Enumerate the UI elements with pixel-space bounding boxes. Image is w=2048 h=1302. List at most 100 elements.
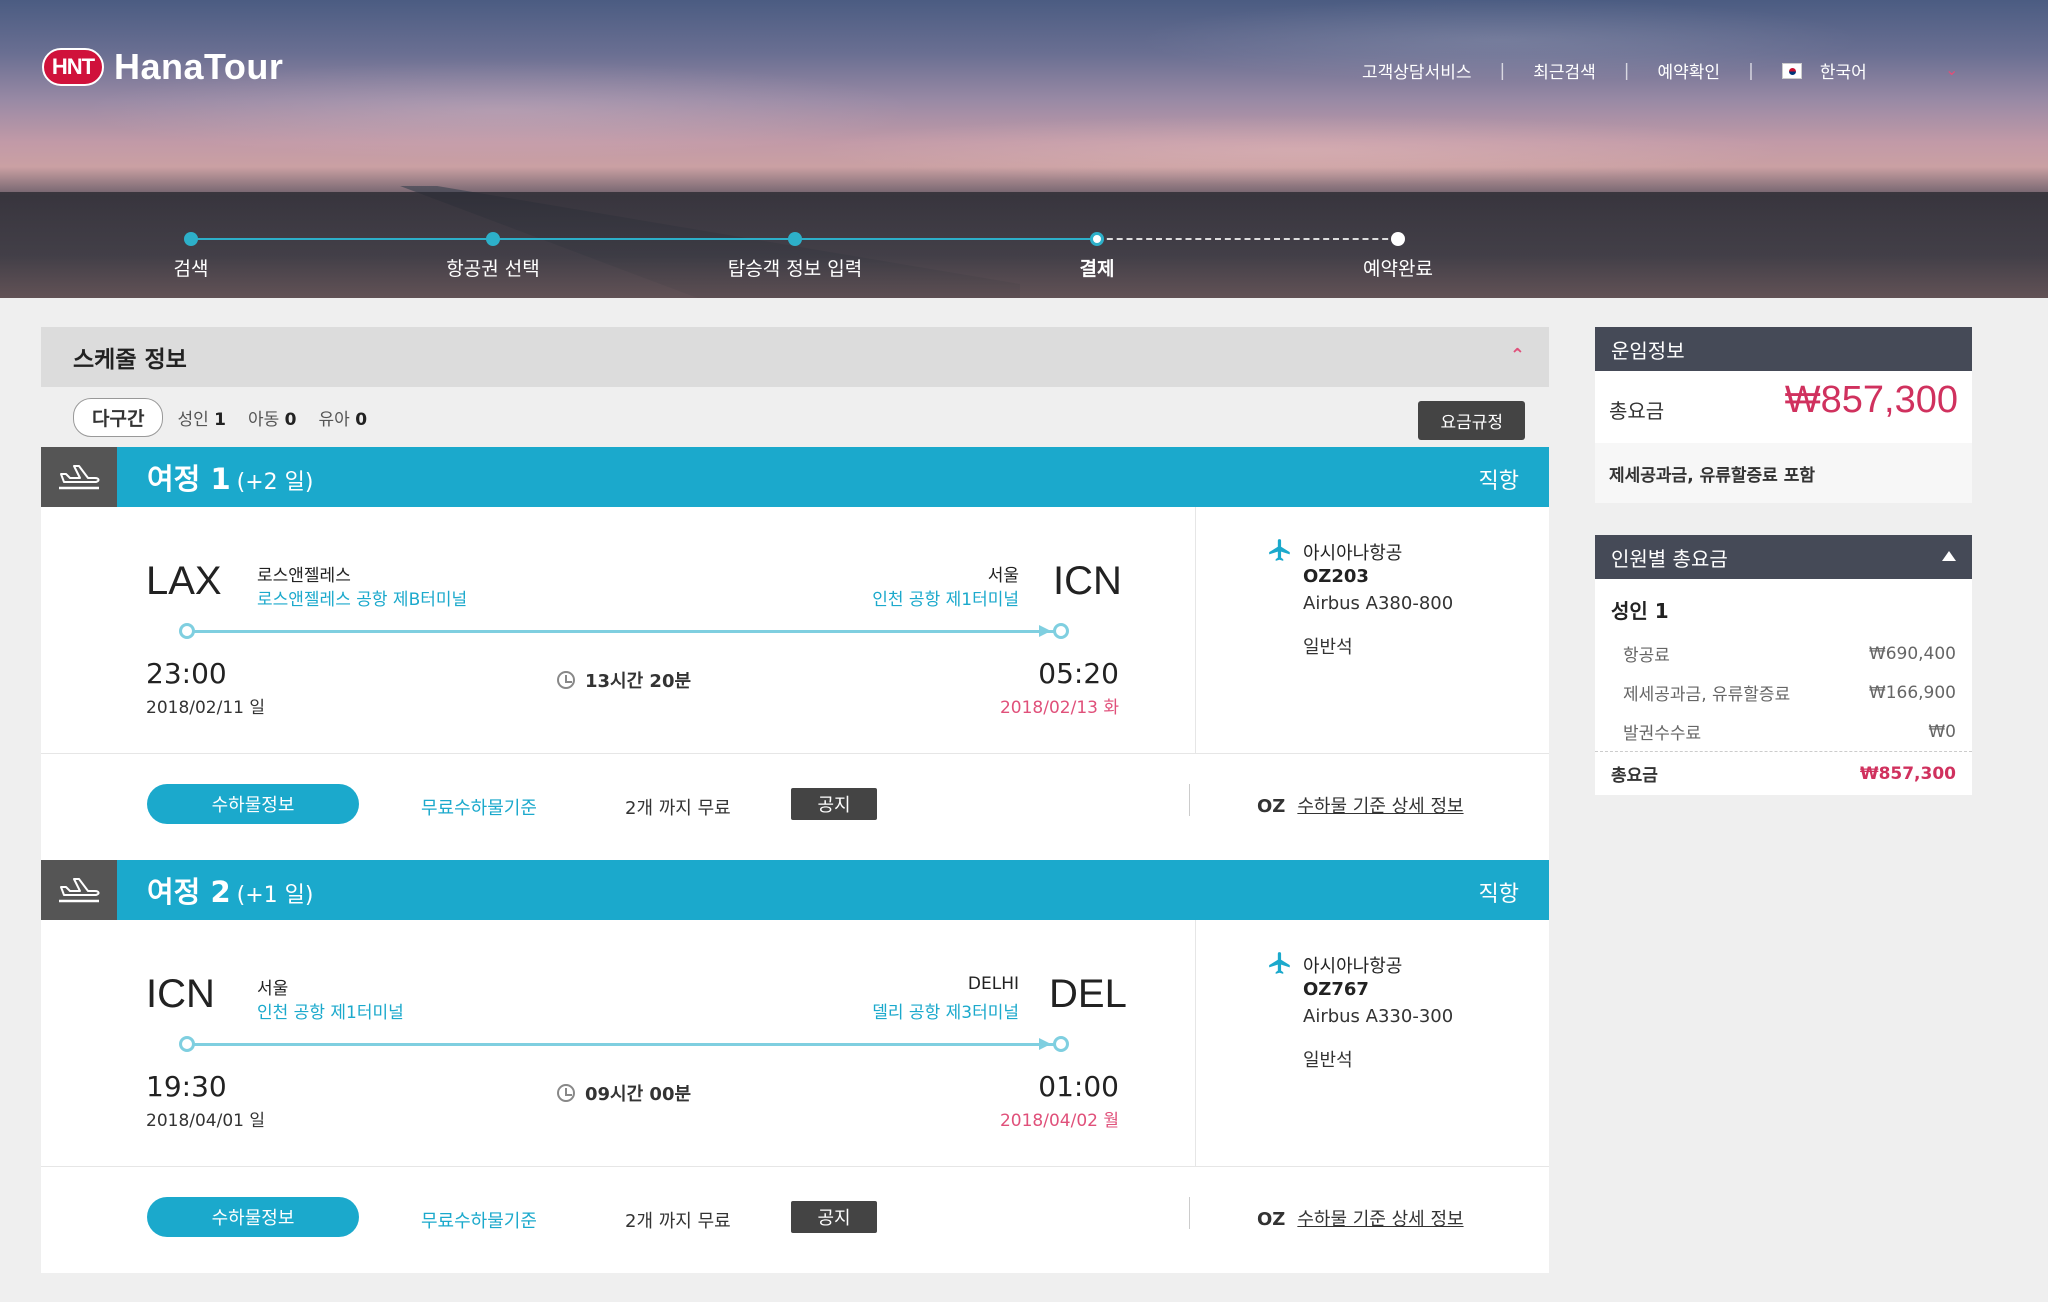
departure-date: 2018/02/11 일 xyxy=(146,698,266,718)
progress-stepper: 검색 항공권 선택 탑승객 정보 입력 결제 예약완료 xyxy=(0,226,2048,286)
step-dot xyxy=(184,232,198,246)
fare-rules-button[interactable]: 요금규정 xyxy=(1418,401,1525,440)
per-person-total: 총요금 ₩857,300 xyxy=(1595,751,1972,795)
baggage-detail-link[interactable]: OZ 수하물 기준 상세 정보 xyxy=(1257,792,1464,818)
divider xyxy=(1195,920,1196,1167)
baggage-row: 수하물정보 무료수하물기준 2개 까지 무료 공지 OZ 수하물 기준 상세 정보 xyxy=(41,754,1549,860)
departure-time: 19:30 xyxy=(146,1070,227,1103)
direct-flight-label: 직항 xyxy=(1478,469,1519,494)
leg-header: 여정 1 (+2 일) 직항 xyxy=(41,447,1549,507)
triangle-up-icon[interactable] xyxy=(1942,551,1956,561)
schedule-panel: 스케줄 정보 ⌃ 다구간 성인 1 아동 0 유아 0 요금규정 여정 1 (+2… xyxy=(41,327,1549,1273)
free-baggage-link[interactable]: 무료수하물기준 xyxy=(421,794,537,820)
schedule-header[interactable]: 스케줄 정보 ⌃ xyxy=(41,327,1549,387)
per-person-header[interactable]: 인원별 총요금 xyxy=(1595,535,1972,579)
fare-total-label: 총요금 xyxy=(1609,399,1665,423)
pax-adult: 성인 1 xyxy=(177,409,226,430)
arrival-time: 05:20 xyxy=(1038,657,1119,690)
departure-terminal[interactable]: 로스앤젤레스 공항 제B터미널 xyxy=(257,585,467,610)
header-hero: HNT HanaTour 고객상담서비스 | 최근검색 | 예약확인 | 한국어… xyxy=(0,0,2048,298)
arrival-city: DELHI xyxy=(967,974,1019,994)
leg-title: 여정 1 (+2 일) xyxy=(147,462,314,496)
per-person-fare-box: 인원별 총요금 성인 1 항공료 ₩690,400 제세공과금, 유류할증료 ₩16… xyxy=(1595,535,1972,795)
fare-line-ticketing-fee: 발권수수료 ₩0 xyxy=(1623,721,1956,745)
departure-code: ICN xyxy=(146,972,215,1016)
leg-title: 여정 2 (+1 일) xyxy=(147,875,314,909)
arrival-terminal[interactable]: 인천 공항 제1터미널 xyxy=(872,585,1019,610)
notice-badge[interactable]: 공지 xyxy=(791,1201,877,1233)
flight-number: OZ203 xyxy=(1303,566,1369,587)
aircraft-type: Airbus A330-300 xyxy=(1303,1006,1454,1027)
pax-group-label: 성인 1 xyxy=(1611,599,1669,623)
pax-child: 아동 0 xyxy=(247,409,297,430)
step-label: 예약완료 xyxy=(1363,258,1433,280)
arrival-code: DEL xyxy=(1049,972,1127,1016)
nav-separator: | xyxy=(1623,60,1630,81)
flight-number: OZ767 xyxy=(1303,979,1369,1000)
logo[interactable]: HNT HanaTour xyxy=(42,46,283,88)
fare-total: 총요금 ₩857,300 xyxy=(1595,371,1972,443)
fare-info-box: 운임정보 총요금 ₩857,300 제세공과금, 유류할증료 포함 xyxy=(1595,327,1972,503)
departure-time: 23:00 xyxy=(146,657,227,690)
notice-badge[interactable]: 공지 xyxy=(791,788,877,820)
nav-recent-search[interactable]: 최근검색 xyxy=(1533,58,1596,83)
departure-terminal[interactable]: 인천 공항 제1터미널 xyxy=(257,998,404,1023)
baggage-info-button[interactable]: 수하물정보 xyxy=(147,784,359,824)
arrival-date: 2018/02/13 화 xyxy=(999,698,1119,718)
flight-duration: 09시간 00분 xyxy=(557,1080,691,1106)
baggage-row: 수하물정보 무료수하물기준 2개 까지 무료 공지 OZ 수하물 기준 상세 정보 xyxy=(41,1167,1549,1273)
schedule-summary: 다구간 성인 1 아동 0 유아 0 요금규정 xyxy=(41,387,1549,447)
clock-icon xyxy=(557,1084,575,1102)
step-complete: 예약완료 xyxy=(1298,226,1498,281)
departure-code: LAX xyxy=(146,559,222,603)
divider xyxy=(1189,784,1190,816)
arrival-time: 01:00 xyxy=(1038,1070,1119,1103)
arrival-date: 2018/04/02 월 xyxy=(999,1111,1119,1131)
airplane-takeoff-icon xyxy=(41,860,117,920)
airline-name: 아시아나항공 xyxy=(1303,543,1403,564)
divider xyxy=(1195,507,1196,754)
step-dot-current xyxy=(1090,232,1104,246)
step-dot xyxy=(486,232,500,246)
logo-mark: HNT xyxy=(42,48,104,86)
per-person-body: 성인 1 항공료 ₩690,400 제세공과금, 유류할증료 ₩166,900 발권… xyxy=(1595,579,1972,795)
step-dot xyxy=(1391,232,1405,246)
top-nav: 고객상담서비스 | 최근검색 | 예약확인 | 한국어 xyxy=(1362,58,1867,84)
leg-header: 여정 2 (+1 일) 직항 xyxy=(41,860,1549,920)
fare-note: 제세공과금, 유류할증료 포함 xyxy=(1595,443,1972,503)
fare-info-header: 운임정보 xyxy=(1595,327,1972,371)
step-ticket-select: 항공권 선택 xyxy=(393,226,593,281)
step-label: 탑승객 정보 입력 xyxy=(727,258,863,280)
free-baggage-link[interactable]: 무료수하물기준 xyxy=(421,1207,537,1233)
schedule-title: 스케줄 정보 xyxy=(73,347,187,373)
baggage-info-button[interactable]: 수하물정보 xyxy=(147,1197,359,1237)
fare-line-airfare: 항공료 ₩690,400 xyxy=(1623,643,1956,667)
clock-icon xyxy=(557,671,575,689)
arrival-code: ICN xyxy=(1053,559,1122,603)
nav-reservation-check[interactable]: 예약확인 xyxy=(1658,58,1721,83)
leg-details: ICN 서울 인천 공항 제1터미널 DELHI 델리 공항 제3터미널 DEL… xyxy=(41,920,1549,1167)
departure-date: 2018/04/01 일 xyxy=(146,1111,266,1131)
cabin-class: 일반석 xyxy=(1303,1050,1353,1071)
nav-customer-service[interactable]: 고객상담서비스 xyxy=(1362,58,1471,83)
trip-type-badge: 다구간 xyxy=(73,397,164,437)
chevron-down-icon[interactable]: ⌄ xyxy=(1945,60,1958,79)
aircraft-type: Airbus A380-800 xyxy=(1303,593,1454,614)
flight-duration: 13시간 20분 xyxy=(557,667,691,693)
departure-city: 서울 xyxy=(257,979,289,999)
leg-details: LAX 로스앤젤레스 로스앤젤레스 공항 제B터미널 서울 인천 공항 제1터미… xyxy=(41,507,1549,754)
airplane-takeoff-icon xyxy=(41,447,117,507)
step-payment: 결제 xyxy=(997,226,1197,281)
airplane-icon xyxy=(1269,952,1290,974)
step-dot xyxy=(788,232,802,246)
cabin-class: 일반석 xyxy=(1303,637,1353,658)
step-label: 결제 xyxy=(1079,258,1115,280)
logo-text: HanaTour xyxy=(114,46,284,87)
sky-background xyxy=(0,0,2048,192)
step-passenger-info: 탑승객 정보 입력 xyxy=(695,226,895,281)
arrival-terminal[interactable]: 델리 공항 제3터미널 xyxy=(872,998,1019,1023)
chevron-up-icon[interactable]: ⌃ xyxy=(1510,345,1525,366)
fare-total-amount: ₩857,300 xyxy=(1784,379,1958,421)
baggage-detail-link[interactable]: OZ 수하물 기준 상세 정보 xyxy=(1257,1205,1464,1231)
language-select[interactable]: 한국어 xyxy=(1820,58,1867,83)
